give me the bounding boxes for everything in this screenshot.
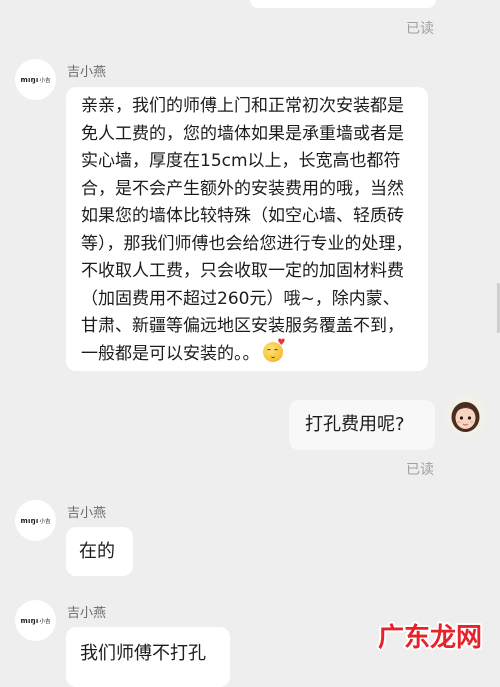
message-text: 我们师傅不打孔 (80, 643, 206, 664)
agent-message-bubble[interactable]: 亲亲，我们的师傅上门和正常初次安装都是免人工费的，您的墙体如果是承重墙或者是实心… (66, 87, 428, 371)
message-text: 打孔费用呢? (305, 414, 405, 435)
watermark-logo: 广东龙网 广东龙网 (376, 620, 484, 654)
sender-name: 吉小燕 (67, 65, 107, 80)
user-avatar-girl-icon (445, 395, 486, 436)
user-avatar[interactable] (445, 395, 486, 436)
previous-message-bubble[interactable] (250, 0, 436, 8)
minij-logo-icon: mıŋı 小吉 (20, 616, 51, 625)
agent-message-bubble[interactable]: 我们师傅不打孔 (66, 627, 230, 687)
read-status: 已读 (406, 21, 434, 37)
minij-logo-icon: mıŋı 小吉 (20, 516, 51, 525)
minij-logo-icon: mıŋı 小吉 (20, 75, 51, 84)
message-text: 亲亲，我们的师傅上门和正常初次安装都是免人工费的，您的墙体如果是承重墙或者是实心… (81, 96, 413, 364)
agent-avatar[interactable]: mıŋı 小吉 (15, 59, 56, 100)
message-text: 在的 (79, 541, 115, 562)
agent-message-bubble[interactable]: 在的 (66, 527, 133, 576)
user-message-bubble[interactable]: 打孔费用呢? (289, 400, 435, 450)
sender-name: 吉小燕 (67, 506, 107, 521)
sender-name: 吉小燕 (67, 606, 107, 621)
svg-text:广东龙网: 广东龙网 (378, 622, 482, 653)
agent-avatar[interactable]: mıŋı 小吉 (15, 600, 56, 641)
chat-window: 已读 mıŋı 小吉 吉小燕 亲亲，我们的师傅上门和正常初次安装都是免人工费的，… (0, 0, 500, 687)
read-status: 已读 (406, 462, 434, 478)
smiling-face-with-heart-emoji-icon: ♥ (262, 338, 286, 362)
agent-avatar[interactable]: mıŋı 小吉 (15, 500, 56, 541)
